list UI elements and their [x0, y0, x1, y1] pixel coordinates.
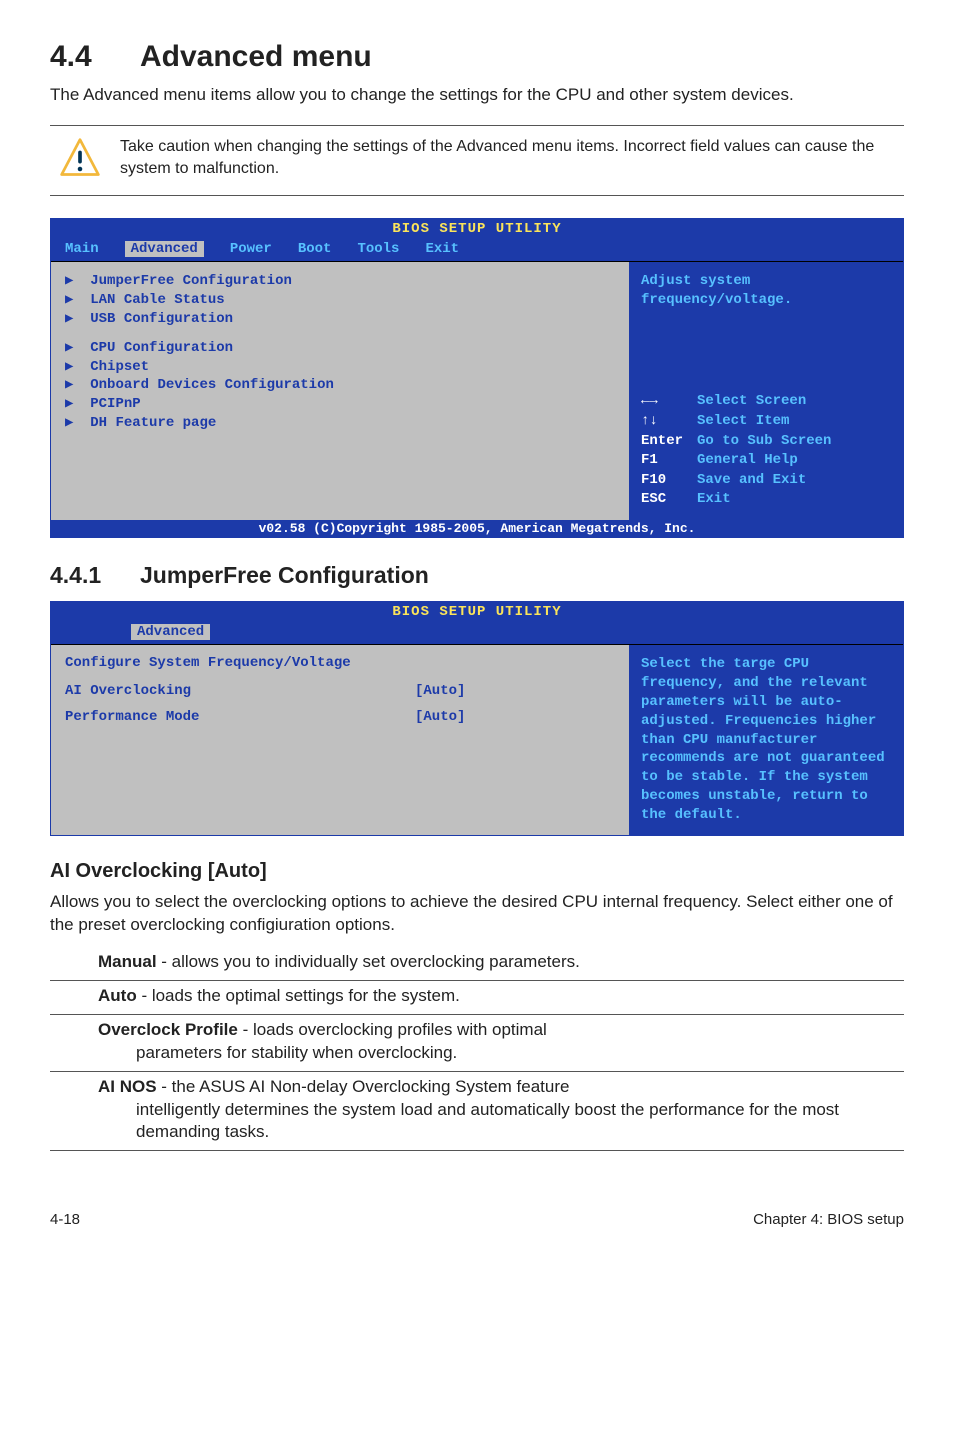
key-desc: Exit	[697, 491, 731, 507]
subsection-title-text: JumperFree Configuration	[140, 562, 429, 588]
key: ←→	[641, 392, 697, 412]
key-desc: Select Screen	[697, 393, 806, 409]
bios-setting-row: Performance Mode [Auto]	[65, 707, 615, 727]
option-line: Auto - loads the optimal settings for th…	[98, 985, 904, 1008]
bios-screenshot-jumperfree: BIOS SETUP UTILITY Advanced Configure Sy…	[50, 601, 904, 836]
key-desc: Save and Exit	[697, 472, 806, 488]
bios-item: USB Configuration	[65, 310, 615, 329]
key-desc: Go to Sub Screen	[697, 433, 831, 449]
page-number: 4-18	[50, 1211, 80, 1228]
bios-right-desc: Adjust system frequency/voltage.	[641, 272, 891, 310]
divider	[50, 1150, 904, 1151]
setting-value: [Auto]	[415, 681, 465, 701]
tab-advanced: Advanced	[125, 241, 204, 257]
option-continuation: parameters for stability when overclocki…	[136, 1042, 904, 1065]
tab-tools: Tools	[357, 241, 399, 257]
option-name: Manual	[98, 952, 157, 971]
option-name: Auto	[98, 986, 137, 1005]
bios-menubar: Main Advanced Power Boot Tools Exit	[51, 239, 903, 261]
bios-footer: v02.58 (C)Copyright 1985-2005, American …	[51, 520, 903, 537]
bios-item: Onboard Devices Configuration	[65, 376, 615, 395]
option-heading: AI Overclocking [Auto]	[50, 860, 904, 883]
subsection-heading: 4.4.1JumperFree Configuration	[50, 562, 904, 589]
option-continuation: intelligently determines the system load…	[136, 1099, 904, 1145]
bios-item: LAN Cable Status	[65, 291, 615, 310]
key: F1	[641, 451, 697, 471]
option-name: Overclock Profile	[98, 1020, 238, 1039]
bios-item: Chipset	[65, 358, 615, 377]
section-number: 4.4	[50, 40, 140, 74]
option-line: Overclock Profile - loads overclocking p…	[98, 1019, 904, 1042]
bios-right-desc: Select the targe CPU frequency, and the …	[641, 655, 891, 825]
section-heading: 4.4Advanced menu	[50, 40, 904, 74]
warning-icon	[58, 136, 102, 185]
setting-label: Performance Mode	[65, 707, 415, 727]
option-block: Manual - allows you to individually set …	[98, 951, 904, 974]
divider	[50, 1071, 904, 1072]
section-title-text: Advanced menu	[140, 40, 372, 73]
divider	[50, 980, 904, 981]
bios-screenshot-main: BIOS SETUP UTILITY Main Advanced Power B…	[50, 218, 904, 538]
setting-label: AI Overclocking	[65, 681, 415, 701]
bios-section-heading: Configure System Frequency/Voltage	[65, 655, 615, 671]
caution-callout: Take caution when changing the settings …	[50, 125, 904, 196]
setting-value: [Auto]	[415, 707, 465, 727]
divider	[50, 1014, 904, 1015]
option-block: Auto - loads the optimal settings for th…	[98, 985, 904, 1008]
key: F10	[641, 471, 697, 491]
tab-main: Main	[65, 241, 99, 257]
chapter-label: Chapter 4: BIOS setup	[753, 1211, 904, 1228]
bios-item: CPU Configuration	[65, 339, 615, 358]
key: ESC	[641, 490, 697, 510]
bios-setting-row: AI Overclocking [Auto]	[65, 681, 615, 701]
key-desc: Select Item	[697, 413, 789, 429]
option-block: Overclock Profile - loads overclocking p…	[98, 1019, 904, 1065]
tab-power: Power	[230, 241, 272, 257]
intro-paragraph: The Advanced menu items allow you to cha…	[50, 84, 904, 107]
bios-key-legend: ←→Select Screen ↑↓Select Item EnterGo to…	[641, 392, 891, 510]
subsection-number: 4.4.1	[50, 562, 140, 589]
bios-item: PCIPnP	[65, 395, 615, 414]
bios-titlebar: BIOS SETUP UTILITY	[51, 219, 903, 239]
key-desc: General Help	[697, 452, 798, 468]
option-body: Allows you to select the overclocking op…	[50, 891, 904, 937]
option-line: Manual - allows you to individually set …	[98, 951, 904, 974]
option-line: AI NOS - the ASUS AI Non-delay Overclock…	[98, 1076, 904, 1099]
tab-advanced: Advanced	[131, 624, 210, 640]
bios-titlebar: BIOS SETUP UTILITY	[51, 602, 903, 622]
bios-item: DH Feature page	[65, 414, 615, 433]
caution-text: Take caution when changing the settings …	[120, 136, 904, 179]
bios-menubar: Advanced	[51, 622, 903, 644]
tab-exit: Exit	[425, 241, 459, 257]
key: Enter	[641, 432, 697, 452]
bios-item: JumperFree Configuration	[65, 272, 615, 291]
page-footer: 4-18 Chapter 4: BIOS setup	[50, 1211, 904, 1228]
tab-boot: Boot	[298, 241, 332, 257]
key: ↑↓	[641, 412, 697, 432]
option-name: AI NOS	[98, 1077, 157, 1096]
option-block: AI NOS - the ASUS AI Non-delay Overclock…	[98, 1076, 904, 1145]
